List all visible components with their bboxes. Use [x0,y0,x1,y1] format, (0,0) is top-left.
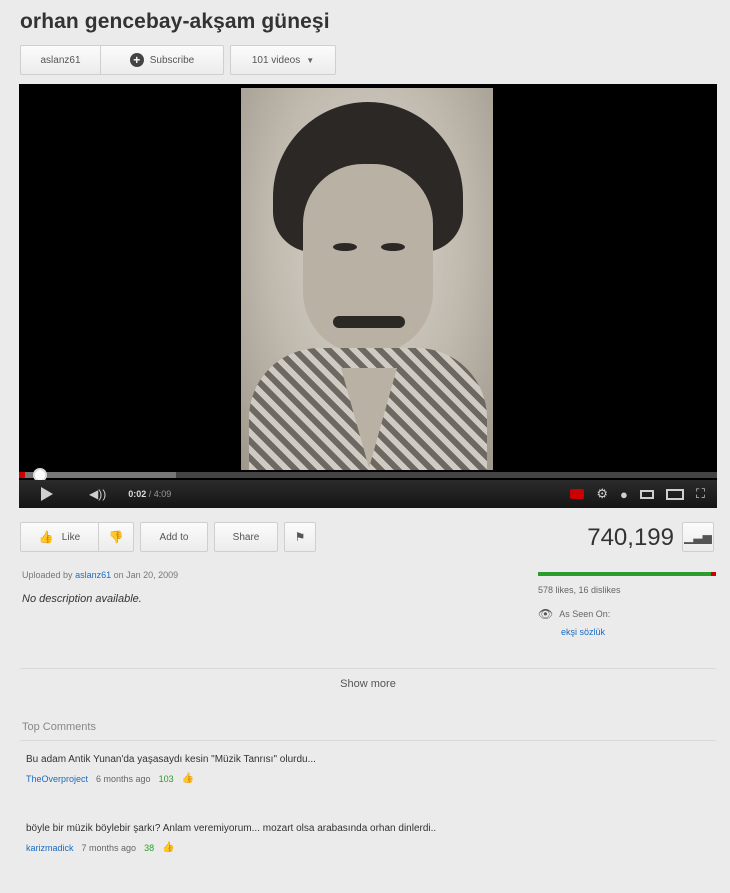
comment-text: böyle bir müzik böylebir şarkı? Anlam ve… [26,823,437,834]
comment-meta: TheOverproject 6 months ago 103 👍 [26,773,526,784]
eye-icon: 👁 [538,607,554,621]
seen-on-link[interactable]: ekşi sözlük [561,627,605,637]
like-ratio-fill [538,572,711,576]
chevron-down-icon: ▼ [306,55,315,65]
video-description: No description available. [22,593,142,605]
thumbs-up-vote-icon[interactable]: 👍 [182,773,194,784]
current-time: 0:02 [128,489,147,499]
like-label: Like [61,531,81,543]
thumbs-up-icon: 👍 [38,530,54,544]
frame-eye-shape [333,243,357,251]
channel-videos-button[interactable]: 101 videos ▼ [230,45,336,75]
video-title: orhan gencebay-akşam güneşi [20,10,330,33]
captions-icon[interactable] [570,489,585,499]
show-more-button[interactable]: Show more [20,668,716,698]
as-seen-on: 👁 As Seen On: [538,607,610,621]
add-to-button[interactable]: Add to [140,522,208,552]
thumbs-down-icon: 👎 [108,530,124,544]
comment-author[interactable]: karizmadick [26,843,74,853]
action-bar: 👍 Like 👎 Add to Share ⚑ [20,522,316,552]
like-ratio-bar [538,572,716,576]
channel-subscribe-group: aslanz61 + Subscribe [20,45,224,75]
progress-played [19,472,25,478]
player-controls: ◀)) 0:02 / 4:09 ⚙ ● ⛶ [19,480,717,508]
comment-text: Bu adam Antik Yunan'da yaşasaydı kesin "… [26,754,316,765]
comment-meta: karizmadick 7 months ago 38 👍 [26,842,526,853]
video-frame[interactable] [241,88,493,470]
comment-votes: 103 [158,773,174,784]
comment-author[interactable]: TheOverproject [26,774,88,784]
like-dislike-group: 👍 Like 👎 [20,522,134,552]
small-player-icon[interactable] [639,489,654,499]
comment-age: 7 months ago [81,842,137,853]
like-button[interactable]: 👍 Like [20,522,98,552]
frame-mustache-shape [333,316,405,328]
seen-on-label: As Seen On: [559,609,611,619]
stats-icon: ▁▃▅ [684,530,712,544]
comment-item: böyle bir müzik böylebir şarkı? Anlam ve… [26,822,526,853]
view-count: 740,199 [587,524,674,551]
likes-dislikes-count: 578 likes, 16 dislikes [538,585,621,595]
gear-icon[interactable]: ⚙ [596,486,608,502]
flag-icon: ⚑ [294,530,306,544]
comment-votes: 38 [144,842,155,853]
comment-age: 6 months ago [96,773,151,784]
progress-bar[interactable] [19,468,717,482]
top-comments-heading: Top Comments [22,721,96,733]
comment-item: Bu adam Antik Yunan'da yaşasaydı kesin "… [26,753,526,784]
player-right-controls: ⚙ ● ⛶ [570,486,705,502]
subscribe-button[interactable]: + Subscribe [100,45,224,75]
fullscreen-icon[interactable]: ⛶ [696,486,705,502]
duration: / 4:09 [148,489,172,499]
flag-button[interactable]: ⚑ [284,522,316,552]
annotations-icon[interactable]: ● [620,487,628,502]
subscribe-label: Subscribe [149,54,195,66]
uploaded-date: on Jan 20, 2009 [113,570,179,580]
comments-divider [20,740,716,741]
volume-icon[interactable]: ◀)) [89,487,106,501]
uploaded-prefix: Uploaded by [22,570,73,580]
upload-info: Uploaded by aslanz61 on Jan 20, 2009 [22,570,178,580]
video-player[interactable]: ◀)) 0:02 / 4:09 ⚙ ● ⛶ [19,84,717,508]
frame-eye-shape [381,243,405,251]
plus-icon: + [129,53,144,67]
stats-button[interactable]: ▁▃▅ [682,522,714,552]
dislike-button[interactable]: 👎 [98,522,134,552]
play-icon[interactable] [41,487,53,501]
thumbs-up-vote-icon[interactable]: 👍 [162,842,174,853]
uploader-link[interactable]: aslanz61 [75,570,111,580]
channel-bar: aslanz61 + Subscribe 101 videos ▼ [20,45,336,75]
channel-name-button[interactable]: aslanz61 [20,45,100,75]
time-display: 0:02 / 4:09 [128,489,171,499]
large-player-icon[interactable] [665,488,684,500]
share-button[interactable]: Share [214,522,278,552]
videos-count-label: 101 videos [251,54,301,66]
